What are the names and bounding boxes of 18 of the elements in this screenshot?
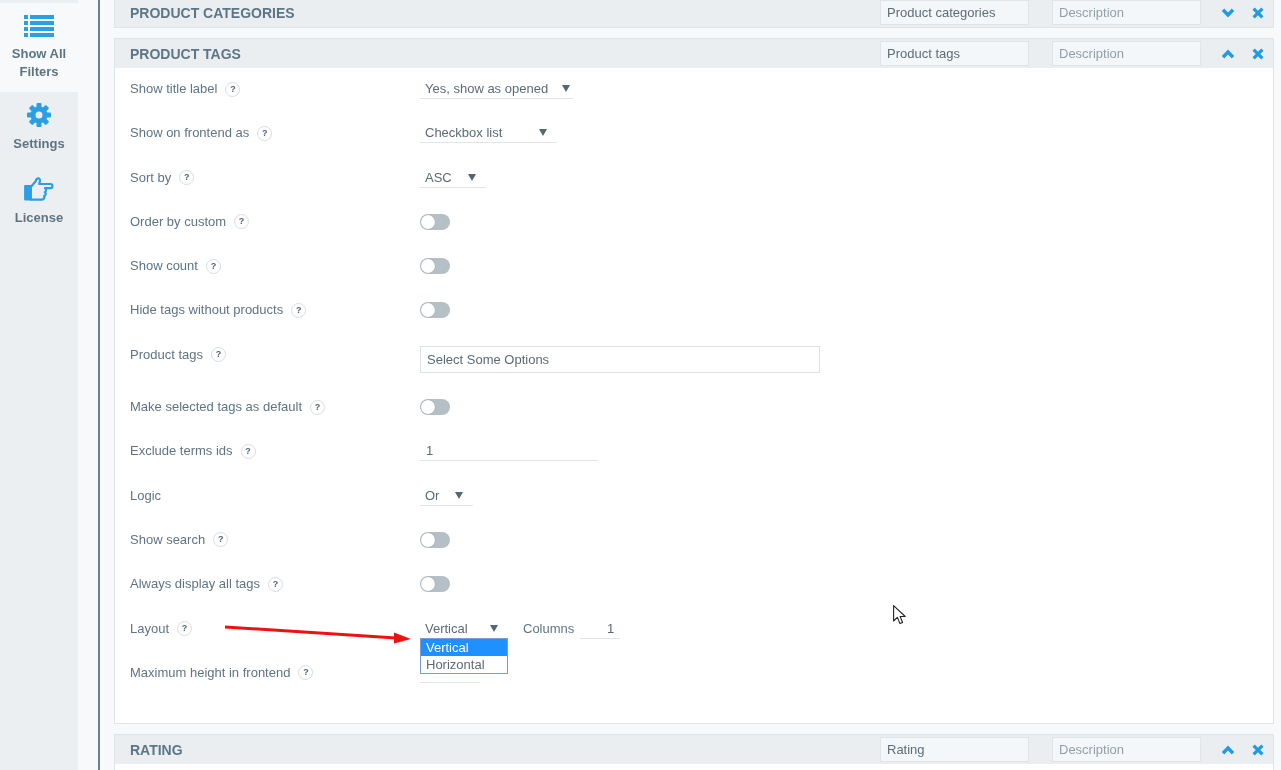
field-label: Show title label	[130, 80, 218, 98]
field-label: Show on frontend as	[130, 124, 250, 143]
panel-title: PRODUCT CATEGORIES	[130, 3, 296, 22]
field-label: Make selected tags as default	[130, 398, 302, 417]
field-label: Sort by	[130, 168, 172, 187]
panel-title: RATING	[130, 740, 184, 759]
field-label: Show search	[130, 530, 206, 549]
field-label: Always display all tags	[130, 575, 261, 594]
field-label: Show count	[130, 257, 198, 276]
field-label: Product tags	[130, 345, 203, 364]
field-label: Logic	[130, 486, 162, 505]
field-label: Hide tags without products	[130, 301, 284, 320]
panel-title: PRODUCT TAGS	[130, 44, 242, 63]
field-label: Order by custom	[130, 212, 227, 231]
field-label: Maximum height in frontend	[130, 663, 291, 682]
field-label: Exclude terms ids	[130, 442, 233, 461]
columns-label: Columns	[523, 619, 575, 638]
field-label: Layout	[130, 619, 170, 638]
